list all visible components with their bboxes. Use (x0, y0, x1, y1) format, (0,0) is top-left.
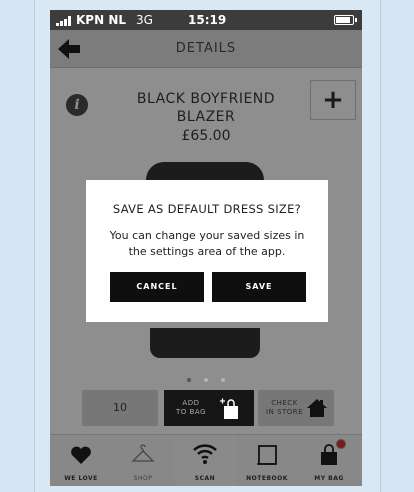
add-to-bag-label: ADD TO BAG (176, 399, 206, 416)
save-size-dialog: SAVE AS DEFAULT DRESS SIZE? You can chan… (86, 180, 328, 322)
check-in-store-button[interactable]: CHECK IN STORE (258, 390, 334, 426)
hanger-icon (131, 444, 155, 462)
check-in-store-label: CHECK IN STORE (266, 399, 304, 416)
save-button[interactable]: SAVE (212, 272, 306, 302)
tab-my-bag[interactable]: MY BAG (298, 435, 360, 486)
cancel-button[interactable]: CANCEL (110, 272, 204, 302)
add-to-bag-button[interactable]: ADD TO BAG (164, 390, 254, 426)
tab-scan[interactable]: SCAN (174, 435, 236, 486)
carousel-dot-2[interactable] (204, 378, 208, 382)
notebook-icon (257, 445, 277, 465)
product-price: £65.00 (181, 128, 231, 144)
carousel-dot-1[interactable] (186, 378, 191, 382)
network-type: 3G (136, 13, 153, 27)
wifi-scan-icon (193, 444, 217, 464)
carousel-dots (50, 367, 362, 386)
phone-screen: KPN NL 3G 15:19 DETAILS i + BLACK BOYFRI… (50, 10, 362, 486)
page-title: DETAILS (175, 41, 237, 56)
heart-icon (71, 446, 91, 464)
bag-count-badge (336, 439, 346, 449)
left-panel (0, 0, 35, 492)
add-to-notebook-button[interactable]: + (310, 80, 356, 120)
product-name: BLACK BOYFRIEND BLAZER (136, 91, 276, 125)
size-selector[interactable]: 10 (82, 390, 158, 426)
tab-we-love[interactable]: WE LOVE (50, 435, 112, 486)
status-time: 15:19 (188, 13, 227, 27)
battery-icon (334, 15, 357, 25)
status-bar: KPN NL 3G 15:19 (50, 10, 362, 30)
tab-shop[interactable]: SHOP (112, 435, 174, 486)
dialog-title: SAVE AS DEFAULT DRESS SIZE? (112, 202, 302, 216)
tab-notebook[interactable]: NOTEBOOK (236, 435, 298, 486)
bag-plus-icon (220, 398, 240, 420)
right-panel (380, 0, 414, 492)
nav-bar: DETAILS (50, 30, 362, 68)
signal-icon (56, 15, 74, 29)
house-icon (306, 398, 328, 418)
dialog-message: You can change your saved sizes in the s… (109, 229, 305, 258)
carousel-dot-3[interactable] (221, 378, 226, 382)
tab-bar: WE LOVE SHOP SCAN NOTEBOOK MY BAG (50, 434, 362, 486)
product-image-bottom[interactable] (150, 328, 260, 358)
carrier-name: KPN NL (76, 13, 127, 27)
info-icon[interactable]: i (66, 94, 88, 116)
